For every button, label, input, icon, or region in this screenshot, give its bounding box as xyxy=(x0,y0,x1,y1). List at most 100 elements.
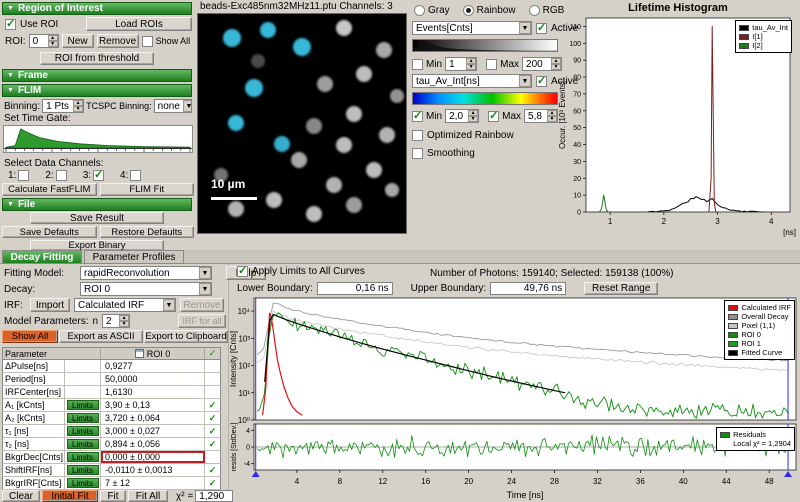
tau-min-stepper[interactable]: 2,0 ▲▼ xyxy=(445,109,479,123)
reset-range-button[interactable]: Reset Range xyxy=(584,282,658,295)
events-min-stepper[interactable]: 1 ▲▼ xyxy=(445,57,477,71)
param-value[interactable]: 7 ± 12 xyxy=(101,477,205,489)
param-value[interactable]: 0,894 ± 0,056 xyxy=(101,438,205,450)
display-mode-radio-gray[interactable] xyxy=(414,5,425,16)
optimized-rainbow-checkbox[interactable] xyxy=(412,130,423,141)
tab-parameter-profiles[interactable]: Parameter Profiles xyxy=(84,250,184,264)
fit-button[interactable]: Fit xyxy=(100,490,126,502)
new-roi-button[interactable]: New xyxy=(62,34,94,48)
limits-button[interactable]: Limits xyxy=(67,478,99,488)
limits-button[interactable]: Limits xyxy=(67,413,99,423)
limits-button[interactable]: Limits xyxy=(67,452,99,462)
tab-decay-fitting[interactable]: Decay Fitting xyxy=(2,250,82,264)
channel-checkbox-2[interactable] xyxy=(56,170,67,181)
param-check[interactable] xyxy=(205,386,220,398)
tau-max-stepper[interactable]: 5,8 ▲▼ xyxy=(524,109,558,123)
param-value[interactable]: 3,90 ± 0,13 xyxy=(101,399,205,411)
roi-section-header[interactable]: ▼ Region of Interest xyxy=(2,2,192,15)
chevron-down-icon[interactable]: ▼ xyxy=(199,283,211,295)
param-value[interactable]: 0,000 ± 0,000 xyxy=(101,451,205,463)
chevron-down-icon[interactable]: ▼ xyxy=(519,22,531,34)
smoothing-checkbox[interactable] xyxy=(412,148,423,159)
roi-from-threshold-button[interactable]: ROI from threshold xyxy=(40,52,154,65)
export-ascii-button[interactable]: Export as ASCII xyxy=(59,330,143,343)
param-value[interactable]: 0,9277 xyxy=(101,360,205,372)
param-check[interactable]: ✓ xyxy=(205,412,220,424)
stepper-arrows-icon[interactable]: ▲▼ xyxy=(119,315,129,327)
roi-number-stepper[interactable]: 0 ▲▼ xyxy=(29,34,59,48)
param-check[interactable]: ✓ xyxy=(205,425,220,437)
param-value[interactable]: 3,720 ± 0,064 xyxy=(101,412,205,424)
param-check[interactable] xyxy=(205,451,220,463)
roi-col-header[interactable]: ROI 0 xyxy=(101,348,205,359)
tau-min-checkbox[interactable] xyxy=(412,111,423,122)
param-value[interactable]: 3,000 ± 0,027 xyxy=(101,425,205,437)
decay-plot[interactable]: 10⁰10¹10²10³10⁴-404481216202428323640444… xyxy=(228,296,800,502)
calculate-fastflim-button[interactable]: Calculate FastFLIM xyxy=(2,183,97,196)
param-check[interactable] xyxy=(205,373,220,385)
param-row[interactable]: τ₂ [ns]Limits0,894 ± 0,056✓ xyxy=(2,438,221,451)
stepper-arrows-icon[interactable]: ▲▼ xyxy=(73,100,83,112)
export-clipboard-button[interactable]: Export to Clipboard xyxy=(144,330,228,343)
save-defaults-button[interactable]: Save Defaults xyxy=(2,226,97,238)
param-row[interactable]: BkgrDec[Cnts]Limits0,000 ± 0,000 xyxy=(2,451,221,464)
stepper-arrows-icon[interactable]: ▲▼ xyxy=(468,110,478,122)
irf-dropdown[interactable]: Calculated IRF ▼ xyxy=(74,298,176,312)
restore-defaults-button[interactable]: Restore Defaults xyxy=(100,226,195,238)
chevron-down-icon[interactable]: ▼ xyxy=(199,267,211,279)
chevron-down-icon[interactable]: ▼ xyxy=(519,75,531,87)
file-section-header[interactable]: ▼ File xyxy=(2,198,192,211)
events-max-checkbox[interactable] xyxy=(486,59,497,70)
param-check[interactable]: ✓ xyxy=(205,438,220,450)
events-colorbar[interactable] xyxy=(412,39,558,52)
apply-limits-checkbox[interactable] xyxy=(237,266,248,277)
tau-active-checkbox[interactable] xyxy=(536,76,547,87)
param-row[interactable]: A₁ [kCnts]Limits3,90 ± 0,13✓ xyxy=(2,399,221,412)
load-rois-button[interactable]: Load ROIs xyxy=(86,17,192,31)
limits-button[interactable]: Limits xyxy=(67,400,99,410)
flim-image[interactable]: 10 µm xyxy=(197,13,407,234)
tcspc-binning-dropdown[interactable]: none ▼ xyxy=(154,99,192,113)
frame-section-header[interactable]: ▼ Frame xyxy=(2,69,192,82)
param-value[interactable]: -0,0110 ± 0,0013 xyxy=(101,464,205,476)
channel-checkbox-1[interactable] xyxy=(18,170,29,181)
param-value[interactable]: 50,0000 xyxy=(101,373,205,385)
limits-button[interactable]: Limits xyxy=(67,426,99,436)
param-row[interactable]: ΔPulse[ns]0,9277 xyxy=(2,360,221,373)
initial-fit-button[interactable]: Initial Fit xyxy=(42,490,98,502)
stepper-arrows-icon[interactable]: ▲▼ xyxy=(48,35,58,47)
chevron-down-icon[interactable]: ▼ xyxy=(163,299,175,311)
remove-roi-button[interactable]: Remove xyxy=(97,34,139,48)
tau-channel-dropdown[interactable]: tau_Av_Int[ns] ▼ xyxy=(412,74,532,88)
limits-button[interactable]: Limits xyxy=(67,465,99,475)
use-roi-checkbox[interactable] xyxy=(5,19,16,30)
channel-checkbox-3[interactable] xyxy=(93,170,104,181)
param-check[interactable] xyxy=(205,360,220,372)
decay-dropdown[interactable]: ROI 0 ▼ xyxy=(80,282,212,296)
display-mode-radio-rgb[interactable] xyxy=(529,5,540,16)
fitting-model-dropdown[interactable]: rapidReconvolution ▼ xyxy=(80,266,212,280)
tau-colorbar[interactable] xyxy=(412,92,558,105)
param-row[interactable]: A₂ [kCnts]Limits3,720 ± 0,064✓ xyxy=(2,412,221,425)
param-check[interactable]: ✓ xyxy=(205,399,220,411)
events-active-checkbox[interactable] xyxy=(536,23,547,34)
show-all-button[interactable]: Show All xyxy=(2,330,58,343)
time-gate-plot[interactable] xyxy=(3,125,193,153)
irf-import-button[interactable]: Import xyxy=(30,298,70,312)
limits-button[interactable]: Limits xyxy=(67,439,99,449)
save-result-button[interactable]: Save Result xyxy=(30,212,164,224)
upper-boundary-field[interactable]: 49,76 ns xyxy=(490,282,566,295)
fit-all-button[interactable]: Fit All xyxy=(128,490,168,502)
param-row[interactable]: ShiftIRF[ns]Limits-0,0110 ± 0,0013✓ xyxy=(2,464,221,477)
param-check[interactable]: ✓ xyxy=(205,477,220,489)
param-row[interactable]: τ₁ [ns]Limits3,000 ± 0,027✓ xyxy=(2,425,221,438)
param-row[interactable]: BkgrIRF[Cnts]Limits7 ± 12✓ xyxy=(2,477,221,490)
param-row[interactable]: Period[ns]50,0000 xyxy=(2,373,221,386)
flim-section-header[interactable]: ▼ FLIM xyxy=(2,84,192,97)
channel-checkbox-4[interactable] xyxy=(130,170,141,181)
param-row[interactable]: IRFCenter[ns]1,6130 xyxy=(2,386,221,399)
lower-boundary-field[interactable]: 0,16 ns xyxy=(317,282,393,295)
clear-button[interactable]: Clear xyxy=(2,490,40,502)
tau-max-checkbox[interactable] xyxy=(488,111,499,122)
stepper-arrows-icon[interactable]: ▲▼ xyxy=(466,58,476,70)
